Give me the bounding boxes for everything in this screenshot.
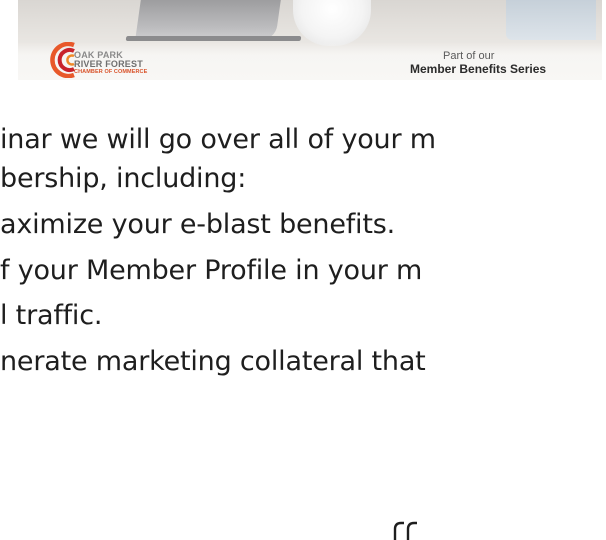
body-text-line: inar we will go over all of your m <box>0 124 436 155</box>
laptop-edge-graphic <box>125 36 302 41</box>
body-text-line: aximize your e-blast benefits. <box>0 209 395 240</box>
chamber-logo: OAK PARK RIVER FOREST CHAMBER OF COMMERC… <box>44 42 184 78</box>
laptop-graphic <box>135 0 281 40</box>
body-text-line: f your Member Profile in your m <box>0 255 423 286</box>
body-text-line: l traffic. <box>0 300 103 331</box>
logo-text-chamber: CHAMBER OF COMMERCE <box>74 69 148 75</box>
device-graphic <box>506 0 596 40</box>
series-subtitle: Part of our <box>443 50 495 62</box>
event-banner-image: OAK PARK RIVER FOREST CHAMBER OF COMMERC… <box>18 0 602 80</box>
page: OAK PARK RIVER FOREST CHAMBER OF COMMERC… <box>0 0 606 540</box>
cropped-glyph-icon <box>393 521 417 540</box>
chamber-logo-mark-icon <box>50 42 75 78</box>
body-text-line: nerate marketing collateral that <box>0 346 426 377</box>
cropped-text-fragment <box>392 520 420 540</box>
body-text-line: bership, including: <box>0 163 247 194</box>
coffee-mug-graphic <box>293 0 371 46</box>
series-title: Member Benefits Series <box>410 62 547 76</box>
logo-text-river-forest: RIVER FOREST <box>74 59 143 69</box>
